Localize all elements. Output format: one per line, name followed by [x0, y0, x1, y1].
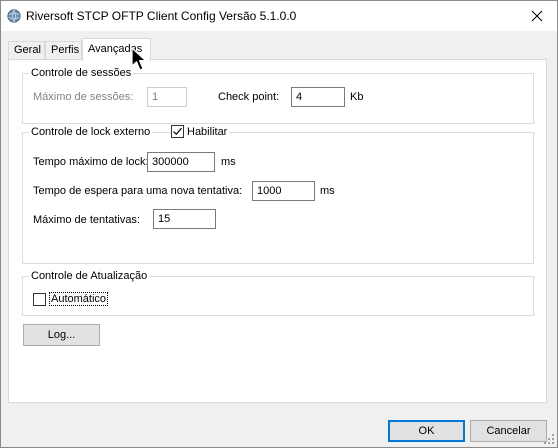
- close-icon: [531, 10, 543, 22]
- checkpoint-unit: Kb: [350, 91, 364, 103]
- cancel-button[interactable]: Cancelar: [470, 420, 547, 442]
- max-lock-time-field[interactable]: 300000: [147, 152, 215, 172]
- retry-wait-label: Tempo de espera para uma nova tentativa:: [33, 185, 243, 197]
- mouse-pointer-icon: [131, 47, 147, 71]
- tab-perfis[interactable]: Perfis: [45, 41, 82, 60]
- dialog-client-area: Geral Perfis Avançadas Controle de sessõ…: [1, 31, 557, 447]
- group-sessions: Controle de sessões Máximo de sessões: 1…: [22, 67, 534, 124]
- tab-panel-avancadas: Controle de sessões Máximo de sessões: 1…: [8, 59, 547, 403]
- max-lock-time-label: Tempo máximo de lock:: [33, 156, 149, 168]
- ok-button[interactable]: OK: [388, 420, 465, 442]
- max-sessions-field[interactable]: 1: [147, 87, 187, 107]
- config-window: Riversoft STCP OFTP Client Config Versão…: [0, 0, 558, 448]
- title-bar[interactable]: Riversoft STCP OFTP Client Config Versão…: [1, 1, 557, 31]
- retry-wait-unit: ms: [320, 185, 335, 197]
- enable-lock-label: Habilitar: [187, 125, 228, 138]
- checkmark-icon: [173, 127, 182, 136]
- resize-grip-icon[interactable]: [543, 433, 555, 445]
- app-globe-icon: [7, 9, 21, 23]
- max-attempts-field[interactable]: 15: [153, 209, 216, 229]
- enable-lock-checkbox-wrap[interactable]: Habilitar: [171, 125, 230, 138]
- auto-update-checkbox[interactable]: [33, 292, 46, 306]
- group-sessions-legend: Controle de sessões: [29, 67, 134, 79]
- enable-lock-checkbox[interactable]: [171, 125, 184, 138]
- max-sessions-label: Máximo de sessões:: [33, 91, 134, 103]
- retry-wait-field[interactable]: 1000: [252, 181, 315, 201]
- window-title: Riversoft STCP OFTP Client Config Versão…: [26, 9, 297, 23]
- auto-update-label: Automático: [49, 292, 109, 306]
- group-lock-legend: Controle de lock externo: [29, 126, 153, 138]
- group-update: Controle de Atualização Automático: [22, 270, 534, 316]
- auto-update-checkbox-wrap[interactable]: Automático: [33, 292, 111, 306]
- checkpoint-label: Check point:: [218, 91, 280, 103]
- max-lock-time-unit: ms: [221, 156, 236, 168]
- log-button[interactable]: Log...: [23, 324, 100, 346]
- group-update-legend: Controle de Atualização: [29, 270, 150, 282]
- close-button[interactable]: [517, 1, 557, 31]
- group-lock: Controle de lock externo Habilitar Tempo…: [22, 125, 534, 264]
- tab-geral[interactable]: Geral: [8, 41, 45, 60]
- checkpoint-field[interactable]: 4: [291, 87, 345, 107]
- max-attempts-label: Máximo de tentativas:: [33, 214, 140, 226]
